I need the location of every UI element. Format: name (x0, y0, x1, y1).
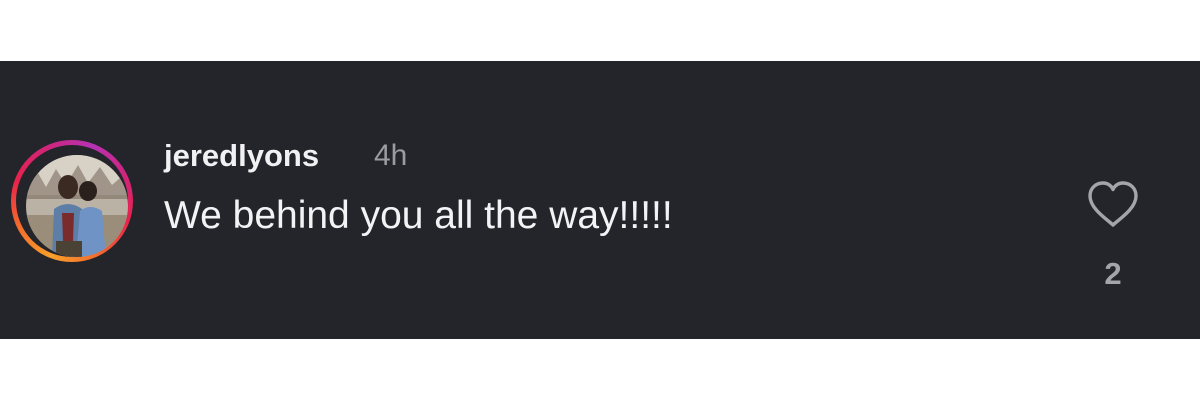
avatar-ring-gap (16, 145, 128, 257)
avatar[interactable] (26, 155, 128, 257)
like-button[interactable] (1086, 180, 1140, 230)
comment-username[interactable]: jeredlyons (164, 138, 319, 174)
like-count: 2 (1104, 256, 1122, 291)
story-ring[interactable] (11, 140, 133, 262)
avatar-photo (26, 155, 128, 257)
comment-text: We behind you all the way!!!!! (164, 194, 673, 237)
comment-panel: jeredlyons 4h We behind you all the way!… (0, 61, 1200, 339)
heart-outline-icon (1088, 181, 1138, 227)
comment-timestamp: 4h (374, 139, 408, 172)
